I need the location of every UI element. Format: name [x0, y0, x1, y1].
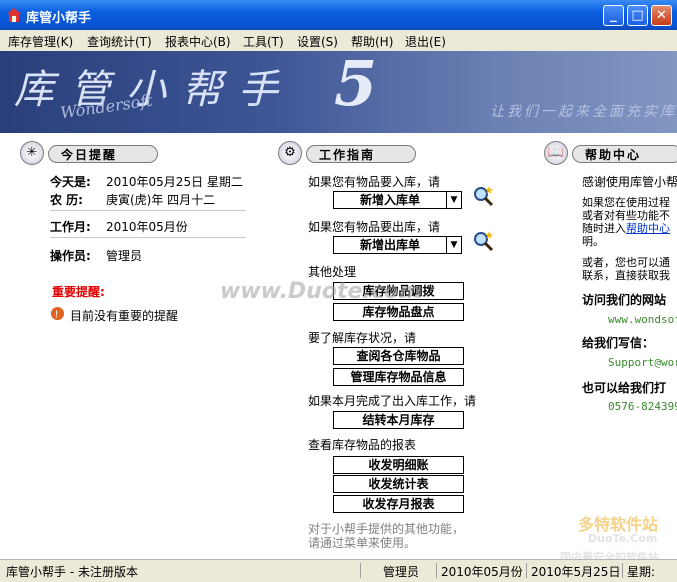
date-label: 今天是:	[50, 175, 91, 189]
help-p1: 感谢使用库管小帮	[582, 175, 677, 189]
menu-inventory[interactable]: 库存管理(K)	[8, 33, 73, 50]
magnifier-icon[interactable]	[472, 185, 494, 207]
maximize-button[interactable]: □	[627, 5, 648, 26]
view-warehouse-button[interactable]: 查阅各仓库物品	[333, 347, 464, 365]
banner-slogan: 让我们一起来全面充实库	[490, 104, 677, 120]
important-label: 重要提醒:	[52, 285, 105, 299]
guide-header-label: 工作指南	[306, 145, 416, 163]
monthly-report-button[interactable]: 收发存月报表	[333, 495, 464, 513]
divider	[50, 237, 246, 238]
menu-exit[interactable]: 退出(E)	[405, 33, 446, 50]
alert-icon: !	[50, 306, 65, 320]
guide-footer-2: 请通过菜单来使用。	[308, 536, 417, 550]
work-month-label: 工作月:	[50, 220, 91, 234]
help-p3b: 联系，直接获取我	[582, 269, 670, 282]
menu-bar: 库存管理(K) 查询统计(T) 报表中心(B) 工具(T) 设置(S) 帮助(H…	[0, 30, 677, 52]
new-inbound-button[interactable]: 新增入库单	[333, 191, 447, 209]
stocktake-button[interactable]: 库存物品盘点	[333, 303, 464, 321]
operator-label: 操作员:	[50, 249, 91, 263]
phone-number: 0576-824399	[608, 400, 677, 413]
email-link[interactable]: Support@wor	[608, 356, 677, 369]
banner: 库管小帮手 Wondersoft 5 让我们一起来全面充实库	[0, 51, 677, 133]
visit-site-label: 访问我们的网站	[582, 293, 667, 307]
status-app: 库管小帮手 - 未注册版本	[6, 565, 138, 579]
menu-reports[interactable]: 报表中心(B)	[165, 33, 231, 50]
title-bar[interactable]: 库管小帮手 _ □ ✕	[0, 0, 677, 30]
lunar-label: 农 历:	[50, 193, 83, 207]
today-header-label: 今日提醒	[48, 145, 158, 163]
gear-icon: ⚙	[278, 141, 302, 165]
guide-other: 其他处理	[308, 265, 357, 279]
star-icon: ✳	[20, 141, 44, 165]
date-value: 2010年05月25日 星期二	[106, 175, 243, 189]
write-label: 给我们写信：	[582, 336, 655, 350]
important-text: 目前没有重要的提醒	[70, 309, 179, 323]
svg-text:!: !	[55, 309, 59, 320]
outbound-dropdown[interactable]: ▼	[446, 236, 462, 254]
menu-tools[interactable]: 工具(T)	[243, 33, 284, 50]
status-bar: 库管小帮手 - 未注册版本 管理员 2010年05月份 2010年5月25日 星…	[0, 559, 677, 582]
menu-help[interactable]: 帮助(H)	[351, 33, 393, 50]
house-icon	[7, 8, 21, 22]
help-p2d: 明。	[582, 235, 604, 248]
divider	[50, 210, 246, 211]
magnifier-icon[interactable]	[472, 230, 494, 252]
minimize-button[interactable]: _	[603, 5, 624, 26]
guide-q-out: 如果您有物品要出库，请	[308, 220, 441, 234]
menu-settings[interactable]: 设置(S)	[297, 33, 338, 50]
operator-value: 管理员	[106, 249, 143, 263]
website-link[interactable]: www.wondsof	[608, 313, 677, 326]
banner-version: 5	[334, 51, 378, 120]
help-center-link[interactable]: 帮助中心	[626, 222, 670, 235]
status-operator: 管理员	[360, 563, 437, 579]
status-weekday: 星期:	[622, 563, 676, 579]
watermark-logo-en: DuoTe.Com	[588, 532, 658, 545]
menu-query[interactable]: 查询统计(T)	[87, 33, 152, 50]
inbound-dropdown[interactable]: ▼	[446, 191, 462, 209]
new-outbound-button[interactable]: 新增出库单	[333, 236, 447, 254]
guide-q-status: 要了解库存状况，请	[308, 331, 417, 345]
window-title: 库管小帮手	[26, 11, 92, 26]
status-date: 2010年5月25日	[526, 563, 623, 579]
status-month: 2010年05月份	[436, 563, 527, 579]
help-header-label: 帮助中心	[572, 145, 677, 163]
banner-title: 库管小帮手	[14, 67, 294, 113]
guide-reports-label: 查看库存物品的报表	[308, 438, 417, 452]
guide-q-month: 如果本月完成了出入库工作，请	[308, 394, 477, 408]
main-window: 库管小帮手 _ □ ✕ 库存管理(K) 查询统计(T) 报表中心(B) 工具(T…	[0, 0, 677, 582]
manage-items-button[interactable]: 管理库存物品信息	[333, 368, 464, 386]
close-month-button[interactable]: 结转本月库存	[333, 411, 464, 429]
detail-ledger-button[interactable]: 收发明细账	[333, 456, 464, 474]
close-button[interactable]: ✕	[651, 5, 672, 26]
lunar-value: 庚寅(虎)年 四月十二	[106, 193, 216, 207]
content-area: ✳ 今日提醒 今天是: 2010年05月25日 星期二 农 历: 庚寅(虎)年 …	[0, 133, 677, 564]
stats-table-button[interactable]: 收发统计表	[333, 475, 464, 493]
guide-q-in: 如果您有物品要入库，请	[308, 175, 441, 189]
work-month-value: 2010年05月份	[106, 220, 188, 234]
book-icon: 📖	[544, 141, 568, 165]
watermark-site: www.Duote.com	[220, 279, 422, 304]
call-label: 也可以给我们打	[582, 381, 667, 395]
